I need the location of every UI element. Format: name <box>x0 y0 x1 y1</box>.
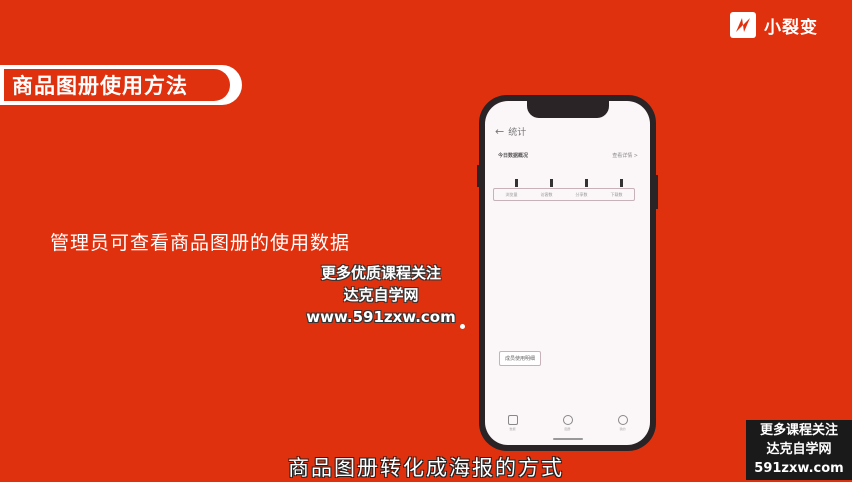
app-header-title: 统计 <box>508 128 527 138</box>
stats-values <box>499 179 639 187</box>
overview-header: 今日数据概况 查看详情 > <box>498 152 638 159</box>
stat-value-bar <box>585 179 588 187</box>
pointer-dot <box>460 324 465 329</box>
stat-value-bar <box>620 179 623 187</box>
phone-side-button <box>656 175 658 209</box>
tab-data[interactable]: 数据 <box>507 415 518 431</box>
overview-link[interactable]: 查看详情 > <box>612 152 638 159</box>
stats-labels-box: 浏览量 访客数 分享数 下载数 <box>493 188 635 201</box>
phone-screen: ← 统计 今日数据概况 查看详情 > 浏览量 访客数 分享数 下载数 成员使用明… <box>485 101 650 445</box>
corner-url: 591zxw.com <box>754 461 844 476</box>
corner-watermark: 更多课程关注 达克自学网 591zxw.com <box>746 420 852 480</box>
stat-value-bar <box>550 179 553 187</box>
member-usage-button[interactable]: 成员使用明细 <box>499 351 542 366</box>
tab-album[interactable]: 图册 <box>562 415 573 431</box>
section-title: 商品图册使用方法 <box>4 69 230 101</box>
tab-label: 图册 <box>564 427 571 431</box>
overview-title: 今日数据概况 <box>498 153 529 159</box>
stat-item <box>550 179 553 187</box>
home-indicator <box>552 438 583 440</box>
stat-item <box>585 179 588 187</box>
user-icon <box>617 415 628 425</box>
caption-text: 管理员可查看商品图册的使用数据 <box>50 232 351 254</box>
chart-icon <box>507 415 518 425</box>
phone-side-button <box>477 165 479 187</box>
watermark-line: 更多优质课程关注 <box>320 264 441 282</box>
watermark-url: www.591zxw.com <box>306 308 456 326</box>
phone-notch <box>526 101 609 118</box>
app-header: ← 统计 <box>495 125 526 138</box>
stat-item <box>620 179 623 187</box>
corner-line: 达克自学网 <box>766 442 832 457</box>
stat-label: 分享数 <box>575 191 588 197</box>
tab-bar: 数据 图册 我的 <box>485 415 650 431</box>
phone-mockup: ← 统计 今日数据概况 查看详情 > 浏览量 访客数 分享数 下载数 成员使用明… <box>477 95 658 451</box>
tab-label: 我的 <box>619 427 626 431</box>
watermark: 更多优质课程关注 达克自学网 www.591zxw.com <box>300 262 462 328</box>
stat-item <box>515 179 518 187</box>
tab-label: 数据 <box>509 427 516 431</box>
brand-name: 小裂变 <box>764 17 818 38</box>
brand-logo: 小裂变 <box>730 12 818 38</box>
tab-mine[interactable]: 我的 <box>617 415 628 431</box>
lightning-bolt-icon <box>730 12 756 38</box>
album-icon <box>562 415 573 425</box>
watermark-line: 达克自学网 <box>343 286 419 304</box>
stat-label: 下载数 <box>610 191 623 197</box>
stat-value-bar <box>515 179 518 187</box>
stat-label: 浏览量 <box>505 191 518 197</box>
corner-line: 更多课程关注 <box>759 423 838 438</box>
stat-label: 访客数 <box>540 191 553 197</box>
back-arrow-icon[interactable]: ← <box>495 125 504 138</box>
section-title-box: 商品图册使用方法 <box>0 65 242 105</box>
video-subtitle: 商品图册转化成海报的方式 <box>288 456 564 480</box>
